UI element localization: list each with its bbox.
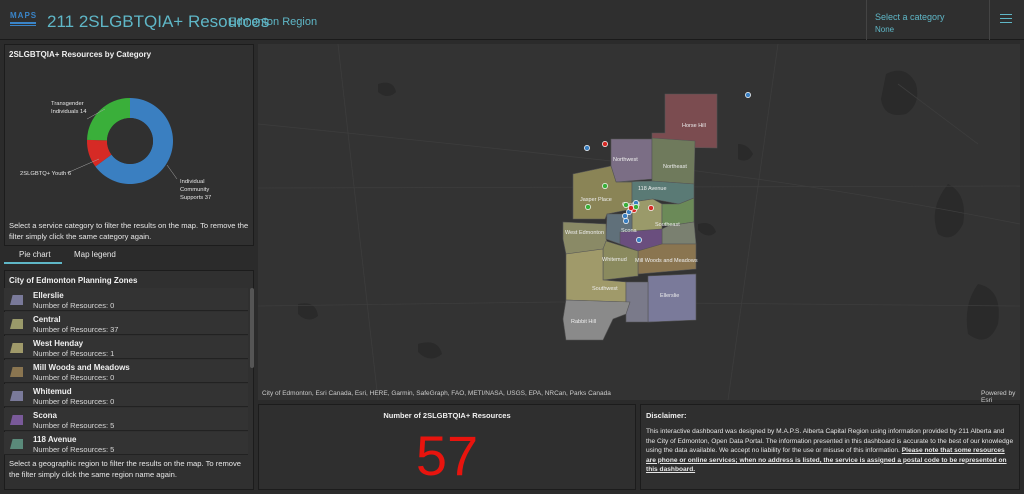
category-selector-label: Select a category	[875, 12, 945, 22]
disclaimer-panel: Disclaimer: This interactive dashboard w…	[640, 404, 1020, 490]
page-subtitle: Edmonton Region	[229, 16, 318, 28]
donut-hole	[107, 118, 153, 164]
zone-name: Ellerslie	[33, 291, 64, 300]
zone-resource-count: Number of Resources: 1	[33, 349, 115, 358]
tab-pie-chart[interactable]: Pie chart	[19, 250, 51, 259]
svg-text:Whitemud: Whitemud	[602, 257, 627, 263]
pie-slice-label: Individual	[180, 179, 205, 185]
resource-count-value: 57	[415, 424, 479, 487]
svg-text:Ellerslie: Ellerslie	[660, 293, 679, 299]
svg-text:Northwest: Northwest	[613, 157, 638, 163]
zone-resource-count: Number of Resources: 0	[33, 373, 115, 382]
zone-row[interactable]: Whitemud Number of Resources: 0	[4, 384, 248, 407]
pie-leader-line	[166, 164, 178, 180]
category-chart-panel: 2SLGBTQIA+ Resources by Category Individ…	[4, 44, 254, 246]
active-tab-indicator	[4, 262, 62, 264]
category-selector[interactable]: Select a category None	[866, 0, 990, 40]
svg-text:Horse Hill: Horse Hill	[682, 123, 706, 129]
map-attribution: City of Edmonton, Esri Canada, Esri, HER…	[262, 390, 611, 397]
hamburger-menu-icon[interactable]	[1000, 14, 1012, 24]
pie-slice-label: Supports 37	[180, 195, 211, 201]
category-chart-title: 2SLGBTQIA+ Resources by Category	[9, 50, 152, 59]
powered-by-esri[interactable]: Powered by Esri	[981, 390, 1024, 404]
zone-row[interactable]: Mill Woods and Meadows Number of Resource…	[4, 360, 248, 383]
zone-swatch-icon	[10, 391, 23, 401]
zone-name: Mill Woods and Meadows	[33, 363, 130, 372]
zone-swatch-icon	[10, 319, 23, 329]
resource-count-label: Number of 2SLGBTQIA+ Resources	[383, 411, 511, 420]
pie-slice-label: 2SLGBTQ+ Youth 6	[20, 171, 71, 177]
category-selector-value: None	[875, 25, 895, 34]
logo-text: MAPS	[10, 11, 38, 20]
svg-text:Mill Woods and Meadows: Mill Woods and Meadows	[635, 258, 698, 264]
zone-swatch-icon	[10, 343, 23, 353]
zone-name: Whitemud	[33, 387, 72, 396]
zone-name: 118 Avenue	[33, 435, 77, 444]
svg-text:West Edmonton: West Edmonton	[565, 230, 604, 236]
svg-text:Jasper Place: Jasper Place	[580, 197, 612, 203]
zone-name: West Henday	[33, 339, 84, 348]
zone-name: Scona	[33, 411, 58, 420]
zone-swatch-icon	[10, 367, 23, 377]
svg-text:Southeast: Southeast	[655, 222, 680, 228]
pie-slice-label: Individuals 14	[51, 109, 87, 115]
pie-slice-label: Transgender	[51, 101, 84, 107]
svg-text:Rabbit Hill: Rabbit Hill	[571, 319, 596, 325]
zone-swatch-icon	[10, 439, 23, 449]
zone-instructions: Select a geographic region to filter the…	[9, 459, 242, 479]
svg-text:Scona: Scona	[621, 228, 638, 234]
pie-leader-line	[66, 158, 100, 174]
zone-resource-count: Number of Resources: 37	[33, 325, 119, 334]
zone-row[interactable]: West Henday Number of Resources: 1	[4, 336, 248, 359]
pie-slice-label: Community	[180, 187, 209, 193]
category-instructions: Select a service category to filter the …	[9, 221, 249, 241]
svg-text:Southwest: Southwest	[592, 286, 618, 292]
zone-row[interactable]: Scona Number of Resources: 5	[4, 408, 248, 431]
tab-map-legend[interactable]: Map legend	[74, 250, 116, 259]
map-canvas: Horse Hill Northwest Northeast 118 Avenu…	[258, 44, 1020, 400]
header-bar: MAPS 211 2SLGBTQIA+ Resources Edmonton R…	[0, 0, 1024, 40]
map-view[interactable]: Horse Hill Northwest Northeast 118 Avenu…	[258, 44, 1020, 400]
resource-count-panel: Number of 2SLGBTQIA+ Resources 57	[258, 404, 636, 490]
zone-row[interactable]: Central Number of Resources: 37	[4, 312, 248, 335]
maps-logo: MAPS	[10, 12, 38, 28]
disclaimer-title: Disclaimer:	[646, 411, 687, 420]
svg-text:118 Avenue: 118 Avenue	[638, 186, 667, 192]
svg-text:Northeast: Northeast	[663, 164, 687, 170]
zone-row[interactable]: 118 Avenue Number of Resources: 5	[4, 432, 248, 455]
zone-resource-count: Number of Resources: 0	[33, 301, 115, 310]
planning-zones-title: City of Edmonton Planning Zones	[9, 276, 138, 285]
zone-resource-count: Number of Resources: 5	[33, 421, 115, 430]
zone-row[interactable]: Ellerslie Number of Resources: 0	[4, 288, 248, 311]
zone-swatch-icon	[10, 295, 23, 305]
zone-resource-count: Number of Resources: 5	[33, 445, 115, 454]
zone-resource-count: Number of Resources: 0	[33, 397, 115, 406]
zone-swatch-icon	[10, 415, 23, 425]
zone-list-scrollbar[interactable]	[250, 288, 254, 368]
zone-name: Central	[33, 315, 61, 324]
category-pie-chart: Individual Community Supports 37 2SLGBTQ+ Y…	[20, 98, 211, 201]
